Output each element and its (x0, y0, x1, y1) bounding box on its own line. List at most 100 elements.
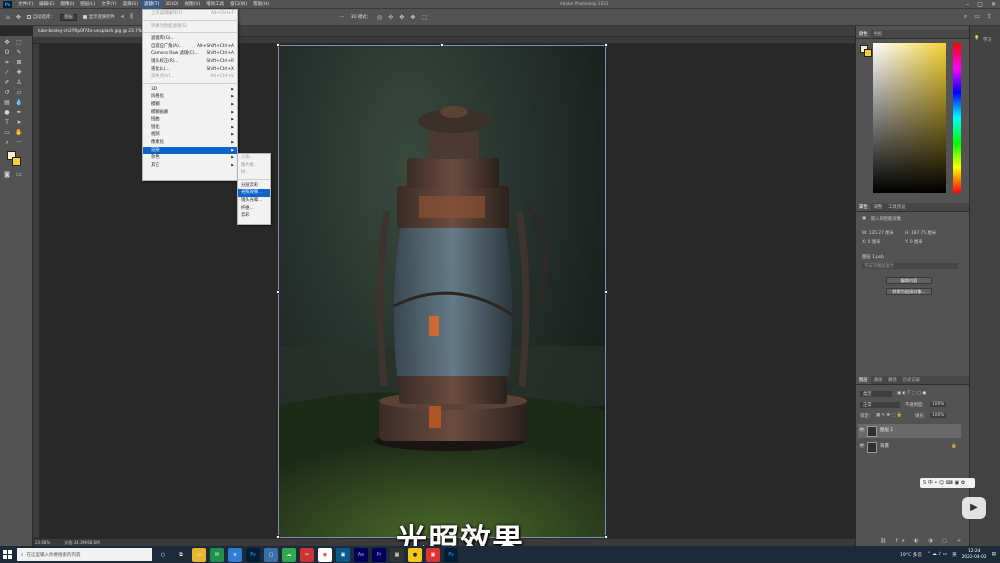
path-select-icon[interactable]: ➤ (14, 118, 24, 127)
menu-7[interactable]: 3D(D) (162, 0, 181, 9)
filter-submenu-item[interactable]: 渲染 ▶ (143, 146, 237, 155)
filter-menu-item[interactable]: 自适应广角(A)... Alt+Shift+Ctrl+A (143, 43, 237, 51)
video-play-icon[interactable]: ▶ (962, 497, 986, 519)
pen-tool-icon[interactable]: ✒ (14, 108, 24, 117)
layer-row[interactable]: 👁 图层 1 (858, 424, 961, 438)
crop-tool-icon[interactable]: ⌗ (2, 58, 12, 67)
photoshop-logo[interactable]: Ps (3, 0, 12, 8)
blur-tool-icon[interactable]: 💧 (14, 98, 24, 107)
taskbar-search[interactable]: ⌕ 在这里输入你要搜索的内容 (17, 548, 152, 561)
more-tools-icon[interactable]: ··· (14, 138, 24, 147)
learn-button[interactable]: 学习 (983, 37, 992, 43)
align-center-icon[interactable]: ⫼ (130, 13, 133, 21)
more-options-icon[interactable]: ··· (339, 14, 345, 21)
visibility-eye-icon[interactable]: 👁 (858, 440, 866, 454)
filter-menu-item[interactable]: 上次滤镜操作(F) Alt+Ctrl+F (143, 10, 237, 18)
healing-brush-icon[interactable]: ✚ (14, 68, 24, 77)
layer-row[interactable]: 👁 背景 🔒 (858, 440, 961, 454)
filter-submenu-item[interactable]: 像素化 ▶ (143, 139, 237, 147)
hue-slider[interactable] (953, 43, 961, 193)
close-icon[interactable]: ✕ (991, 0, 996, 9)
background-color-swatch[interactable] (12, 157, 21, 166)
width-value[interactable]: W: 135.27 厘米 (862, 230, 894, 236)
x-value[interactable]: X: 0 厘米 (862, 239, 880, 245)
shape-tool-icon[interactable]: ▭ (2, 128, 12, 137)
zoom-tool-icon[interactable]: ⌕ (2, 138, 12, 147)
render-menu-item[interactable]: 树... (238, 169, 270, 177)
type-tool-icon[interactable]: T (2, 118, 12, 127)
filter-submenu-item[interactable]: 风格化 ▶ (143, 93, 237, 101)
tab-paths[interactable]: 路径 (885, 376, 900, 384)
cortana-icon[interactable]: ○ (156, 548, 170, 562)
lock-icons[interactable]: ▦ ✎ ✥ ⬚ 🔒 (876, 413, 902, 418)
auto-select-checkbox[interactable] (26, 14, 31, 19)
quick-mask-icon[interactable]: ◙ (2, 170, 12, 179)
premiere-icon[interactable]: Pr (372, 547, 386, 562)
layer-name[interactable]: 背景 (880, 440, 951, 454)
weather-text[interactable]: 19°C 多云 (900, 552, 922, 558)
menu-2[interactable]: 图像(I) (57, 0, 77, 9)
lasso-tool-icon[interactable]: ʘ (2, 48, 12, 57)
hand-tool-icon[interactable]: ✋ (14, 128, 24, 137)
filter-menu-item[interactable]: 镜头校正(R)... Shift+Ctrl+R (143, 58, 237, 66)
document-info[interactable]: 文档:34.3M/68.6M (64, 539, 99, 546)
chrome-icon[interactable]: ◉ (318, 547, 332, 562)
opacity-value[interactable]: 100% (930, 402, 947, 407)
app-icon[interactable]: ▢ (264, 547, 278, 562)
3d-scale-icon[interactable]: ⬚ (422, 14, 428, 21)
transform-handle[interactable] (276, 290, 280, 294)
zoom-level[interactable]: 23.68% (35, 539, 50, 546)
filter-submenu-item[interactable]: 3D ▶ (143, 86, 237, 94)
render-menu-item[interactable]: 纤维... (238, 205, 270, 213)
menu-1[interactable]: 编辑(E) (36, 0, 57, 9)
filter-menu-item[interactable]: 滤镜库(G)... (143, 35, 237, 43)
3d-orbit-icon[interactable]: ◎ (377, 14, 382, 21)
transform-handle[interactable] (604, 43, 608, 47)
menu-9[interactable]: 增效工具 (203, 0, 227, 9)
ime-toolbar[interactable]: S 中 • ☺ ⌨ ▣ ✿ (920, 478, 975, 488)
y-value[interactable]: Y: 0 厘米 (905, 239, 923, 245)
frame-tool-icon[interactable]: ⊠ (14, 58, 24, 67)
layer-actions[interactable]: ⛓ fx ◐ ◑ ▢ ＋ 🗑 (880, 537, 981, 544)
stamp-tool-icon[interactable]: ♙ (14, 78, 24, 87)
render-menu-item[interactable]: 分层云彩 (238, 182, 270, 190)
3d-roll-icon[interactable]: ✣ (388, 14, 393, 21)
eraser-icon[interactable]: ▱ (14, 88, 24, 97)
tab-color[interactable]: 颜色 (856, 30, 871, 38)
transform-handle[interactable] (604, 290, 608, 294)
tab-channels[interactable]: 通道 (871, 376, 886, 384)
app-icon[interactable]: ● (408, 547, 422, 562)
menu-3[interactable]: 图层(L) (77, 0, 98, 9)
align-left-icon[interactable]: ⫷ (121, 13, 124, 21)
tab-properties[interactable]: 属性 (856, 203, 871, 211)
render-menu-item[interactable]: 图片框... (238, 162, 270, 170)
screen-mode-icon[interactable]: ▭ (14, 170, 24, 179)
task-view-icon[interactable]: ⧉ (174, 548, 188, 562)
start-button[interactable] (0, 546, 14, 563)
show-transform-checkbox[interactable] (82, 14, 87, 19)
filter-submenu-item[interactable]: 锐化 ▶ (143, 124, 237, 132)
filter-submenu-item[interactable]: 视频 ▶ (143, 131, 237, 139)
menu-6[interactable]: 滤镜(T) (140, 0, 163, 9)
render-menu-item[interactable]: 光照效果... (238, 189, 270, 197)
filter-menu-item[interactable]: 消失点(V)... Alt+Ctrl+V (143, 73, 237, 81)
render-menu-item[interactable]: 火焰... (238, 154, 270, 162)
bg-color-chip[interactable] (864, 49, 872, 57)
dodge-tool-icon[interactable]: ● (2, 108, 12, 117)
home-icon[interactable]: ⌂ (6, 14, 10, 21)
wechat-icon[interactable]: ✉ (210, 547, 224, 562)
clock[interactable]: 12:24 2022-04-02 (962, 549, 987, 561)
ae-icon[interactable]: Ae (354, 547, 368, 562)
filter-submenu-item[interactable]: 模糊画廊 ▶ (143, 109, 237, 117)
notification-icon[interactable]: ▤ (992, 552, 996, 557)
menu-10[interactable]: 窗口(W) (227, 0, 250, 9)
menu-4[interactable]: 文字(Y) (98, 0, 119, 9)
search-icon[interactable]: ⌕ (964, 13, 967, 21)
document-canvas-image[interactable] (278, 45, 606, 538)
height-value[interactable]: H: 187.75 厘米 (905, 230, 936, 236)
color-picker-field[interactable] (873, 43, 946, 193)
media-icon[interactable]: ✂ (300, 547, 314, 562)
convert-linked-button[interactable]: 转换为链接对象... (886, 288, 932, 295)
filter-menu-item[interactable]: Camera Raw 滤镜(C)... Shift+Ctrl+A (143, 50, 237, 58)
transform-handle[interactable] (440, 43, 444, 47)
